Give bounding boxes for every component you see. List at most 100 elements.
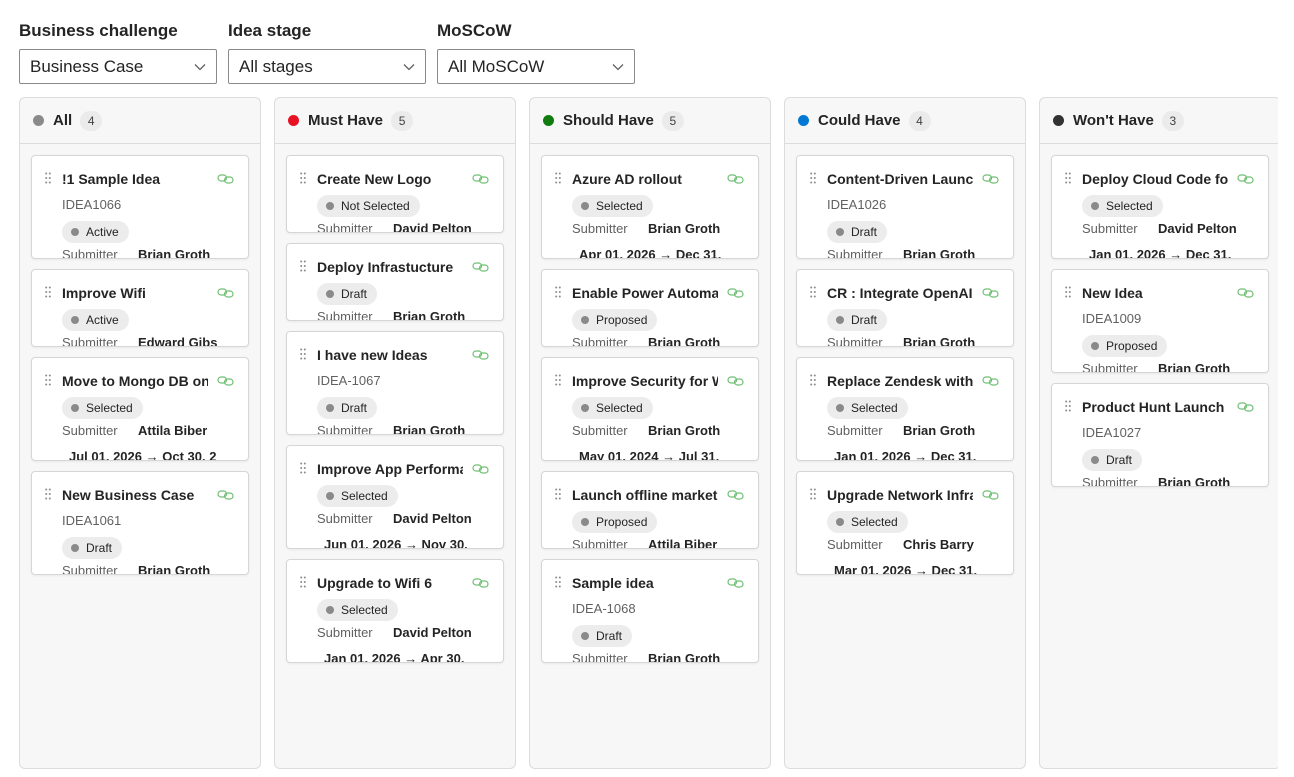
status-label: Draft bbox=[596, 629, 623, 643]
idea-stage-dropdown[interactable]: All stages bbox=[228, 49, 426, 84]
column-all: All 4 !1 Sample Idea IDEA1066 Active Submitte… bbox=[19, 97, 261, 769]
drag-handle-icon[interactable] bbox=[300, 171, 306, 184]
moscow-dropdown[interactable]: All MoSCoW bbox=[437, 49, 635, 84]
drag-handle-icon[interactable] bbox=[300, 347, 306, 360]
drag-handle-icon[interactable] bbox=[45, 373, 51, 386]
link-icon[interactable] bbox=[472, 576, 489, 588]
status-badge: Selected bbox=[1082, 195, 1163, 217]
link-icon[interactable] bbox=[982, 374, 999, 386]
drag-handle-icon[interactable] bbox=[300, 575, 306, 588]
drag-handle-icon[interactable] bbox=[45, 285, 51, 298]
idea-card[interactable]: Upgrade to Wifi 6 Selected Submitter David … bbox=[286, 559, 504, 663]
status-label: Draft bbox=[341, 287, 368, 301]
link-icon[interactable] bbox=[1237, 286, 1254, 298]
drag-handle-icon[interactable] bbox=[555, 487, 561, 500]
submitter-name: David Pelton bbox=[393, 511, 472, 526]
submitter-name: Brian Groth bbox=[1158, 361, 1231, 373]
idea-card[interactable]: Deploy Infrastucture Draft Submitter Brian … bbox=[286, 243, 504, 321]
drag-handle-icon[interactable] bbox=[1065, 171, 1071, 184]
card-id: IDEA-1068 bbox=[572, 601, 636, 616]
idea-card[interactable]: Improve Security for W Selected Submitter B… bbox=[541, 357, 759, 461]
status-label: Not Selected bbox=[341, 199, 410, 213]
status-dot bbox=[836, 404, 844, 412]
idea-card[interactable]: New Business Case IDEA1061 Draft Submitter B… bbox=[31, 471, 249, 575]
idea-card[interactable]: Create New Logo Not Selected Submitter Davi… bbox=[286, 155, 504, 233]
idea-card[interactable]: Deploy Cloud Code for Selected Submitter Da… bbox=[1051, 155, 1269, 259]
link-icon[interactable] bbox=[1237, 400, 1254, 412]
idea-card[interactable]: Product Hunt Launch IDEA1027 Draft Submitte… bbox=[1051, 383, 1269, 487]
drag-handle-icon[interactable] bbox=[810, 487, 816, 500]
status-label: Selected bbox=[851, 401, 898, 415]
drag-handle-icon[interactable] bbox=[555, 373, 561, 386]
drag-handle-icon[interactable] bbox=[555, 171, 561, 184]
submitter-label: Submitter bbox=[62, 423, 118, 438]
drag-handle-icon[interactable] bbox=[300, 461, 306, 474]
drag-handle-icon[interactable] bbox=[555, 575, 561, 588]
drag-handle-icon[interactable] bbox=[300, 259, 306, 272]
link-icon[interactable] bbox=[472, 172, 489, 184]
link-icon[interactable] bbox=[727, 286, 744, 298]
link-icon[interactable] bbox=[982, 488, 999, 500]
idea-card[interactable]: CR : Integrate OpenAI Draft Submitter Brian… bbox=[796, 269, 1014, 347]
drag-handle-icon[interactable] bbox=[1065, 399, 1071, 412]
idea-card[interactable]: Sample idea IDEA-1068 Draft Submitter Brian … bbox=[541, 559, 759, 663]
submitter-name: Attila Biber bbox=[648, 537, 718, 549]
drag-handle-icon[interactable] bbox=[810, 373, 816, 386]
link-icon[interactable] bbox=[217, 286, 234, 298]
link-icon[interactable] bbox=[727, 374, 744, 386]
drag-handle-icon[interactable] bbox=[555, 285, 561, 298]
status-dot bbox=[326, 404, 334, 412]
submitter-row: Submitter David Pelton bbox=[317, 221, 495, 232]
link-icon[interactable] bbox=[472, 348, 489, 360]
idea-card[interactable]: Improve Wifi Active Submitter Edward Gibs bbox=[31, 269, 249, 347]
link-icon[interactable] bbox=[727, 576, 744, 588]
chevron-down-icon bbox=[402, 60, 416, 74]
status-badge: Selected bbox=[572, 195, 653, 217]
submitter-label: Submitter bbox=[62, 563, 118, 575]
link-icon[interactable] bbox=[472, 462, 489, 474]
submitter-row: Submitter Attila Biber bbox=[62, 423, 240, 439]
link-icon[interactable] bbox=[217, 374, 234, 386]
link-icon[interactable] bbox=[1237, 172, 1254, 184]
drag-handle-icon[interactable] bbox=[1065, 285, 1071, 298]
status-badge: Selected bbox=[317, 485, 398, 507]
link-icon[interactable] bbox=[982, 172, 999, 184]
link-icon[interactable] bbox=[217, 172, 234, 184]
status-label: Selected bbox=[851, 515, 898, 529]
drag-handle-icon[interactable] bbox=[810, 171, 816, 184]
idea-card[interactable]: Launch offline marketing Proposed Submitte… bbox=[541, 471, 759, 549]
column-won-t-have: Won't Have 3 Deploy Cloud Code for Selected… bbox=[1039, 97, 1278, 769]
idea-card[interactable]: Content-Driven Launch IDEA1026 Draft Submit… bbox=[796, 155, 1014, 259]
status-badge: Not Selected bbox=[317, 195, 420, 217]
link-icon[interactable] bbox=[217, 488, 234, 500]
column-should-have: Should Have 5 Azure AD rollout Selected Subm… bbox=[529, 97, 771, 769]
idea-card[interactable]: Improve App Performa Selected Submitter Dav… bbox=[286, 445, 504, 549]
idea-card[interactable]: Replace Zendesk with Selected Submitter Bri… bbox=[796, 357, 1014, 461]
idea-card[interactable]: Move to Mongo DB on Selected Submitter Atti… bbox=[31, 357, 249, 461]
drag-handle-icon[interactable] bbox=[810, 285, 816, 298]
status-label: Draft bbox=[851, 313, 878, 327]
status-badge: Proposed bbox=[572, 511, 658, 533]
link-icon[interactable] bbox=[472, 260, 489, 272]
link-icon[interactable] bbox=[727, 488, 744, 500]
card-title: Improve Wifi bbox=[62, 285, 146, 301]
idea-card[interactable]: Enable Power Automate Proposed Submitter Br… bbox=[541, 269, 759, 347]
card-title: Improve Security for W bbox=[572, 373, 718, 389]
status-dot bbox=[326, 606, 334, 614]
status-label: Active bbox=[86, 225, 119, 239]
business-challenge-dropdown[interactable]: Business Case bbox=[19, 49, 217, 84]
drag-handle-icon[interactable] bbox=[45, 487, 51, 500]
link-icon[interactable] bbox=[727, 172, 744, 184]
idea-card[interactable]: Upgrade Network Infra Selected Submitter Ch… bbox=[796, 471, 1014, 575]
link-icon[interactable] bbox=[982, 286, 999, 298]
submitter-row: Submitter David Pelton bbox=[1082, 221, 1260, 237]
business-challenge-value: Business Case bbox=[30, 56, 144, 76]
idea-card[interactable]: !1 Sample Idea IDEA1066 Active Submitter Bri… bbox=[31, 155, 249, 259]
column-header: Could Have 4 bbox=[785, 98, 1025, 144]
drag-handle-icon[interactable] bbox=[45, 171, 51, 184]
column-header: All 4 bbox=[20, 98, 260, 144]
idea-card[interactable]: Azure AD rollout Selected Submitter Brian G… bbox=[541, 155, 759, 259]
idea-card[interactable]: New Idea IDEA1009 Proposed Submitter Brian G… bbox=[1051, 269, 1269, 373]
status-dot bbox=[581, 202, 589, 210]
idea-card[interactable]: I have new Ideas IDEA-1067 Draft Submitter B… bbox=[286, 331, 504, 435]
